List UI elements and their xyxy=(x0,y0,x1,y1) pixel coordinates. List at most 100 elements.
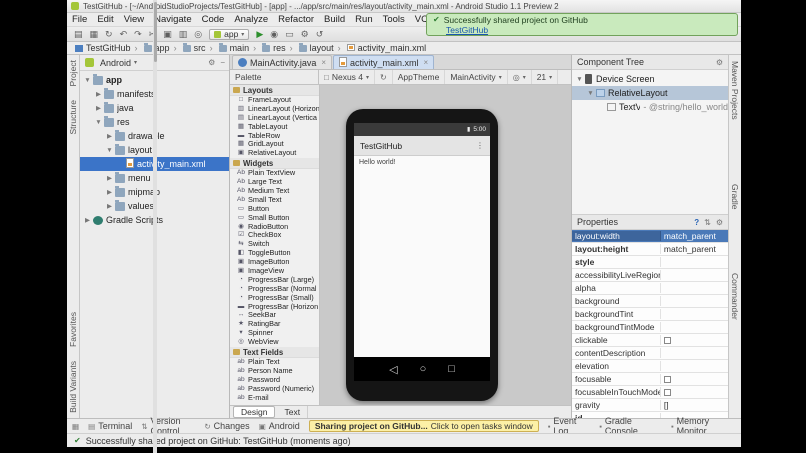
editor-tab[interactable]: MainActivity.java × xyxy=(232,55,333,69)
tree-expand-icon[interactable]: ▼ xyxy=(83,77,92,84)
palette-item[interactable]: Ab Small Text xyxy=(230,196,319,205)
collapse-all-icon[interactable]: − xyxy=(220,58,225,67)
property-value[interactable] xyxy=(661,388,728,396)
palette-item[interactable]: ◔ ProgressBar (Small) xyxy=(230,294,319,303)
phone-content[interactable]: Hello world! xyxy=(354,156,490,357)
palette-item[interactable]: ▥ LinearLayout (Horizon xyxy=(230,105,319,114)
checkbox[interactable] xyxy=(663,336,671,344)
undo-icon[interactable]: ↶ xyxy=(120,29,128,39)
tree-expand-icon[interactable]: ▼ xyxy=(575,76,584,83)
palette-item[interactable]: Ab Medium Text xyxy=(230,187,319,196)
palette-scrollbar[interactable] xyxy=(153,0,157,453)
tool-window-tab[interactable]: Favorites xyxy=(68,312,78,347)
locale-select[interactable]: ◎ ▾ xyxy=(508,70,532,84)
palette-item[interactable]: ☑ CheckBox xyxy=(230,231,319,240)
menu-item[interactable]: Run xyxy=(350,14,377,25)
property-row[interactable]: alpha xyxy=(572,282,728,295)
property-value[interactable]: match_parent xyxy=(661,244,728,254)
tree-expand-icon[interactable]: ▶ xyxy=(94,104,103,112)
palette-item[interactable]: ▣ ImageButton xyxy=(230,258,319,267)
help-icon[interactable]: ? xyxy=(694,218,699,227)
menu-item[interactable]: Tools xyxy=(378,14,410,25)
palette-item[interactable]: ◧ ToggleButton xyxy=(230,249,319,258)
palette-item[interactable]: ▭ Button xyxy=(230,205,319,214)
property-row[interactable]: backgroundTint xyxy=(572,308,728,321)
property-row[interactable]: backgroundTintMode xyxy=(572,321,728,334)
editor-tab[interactable]: activity_main.xml × xyxy=(333,55,435,69)
run-configuration-select[interactable]: app ▾ xyxy=(209,28,250,40)
breadcrumb-item[interactable]: layout xyxy=(288,42,336,53)
palette-item[interactable]: ▾ Spinner xyxy=(230,329,319,338)
property-row[interactable]: accessibilityLiveRegion xyxy=(572,269,728,282)
close-tab-icon[interactable]: × xyxy=(321,58,326,67)
breadcrumb-item[interactable]: src xyxy=(172,42,208,53)
debug-icon[interactable]: ◉ xyxy=(270,29,278,39)
notification-balloon[interactable]: ✔ Successfully shared project on GitHub … xyxy=(426,13,738,36)
tool-window-tab[interactable]: Maven Projects xyxy=(730,61,740,120)
find-icon[interactable]: ◎ xyxy=(194,29,202,39)
palette-item[interactable]: □ FrameLayout xyxy=(230,96,319,105)
property-value[interactable]: match_parent xyxy=(661,231,728,241)
component-tree-item[interactable]: TextView - @string/hello_world xyxy=(572,100,728,114)
open-icon[interactable]: ▤ xyxy=(74,29,83,39)
menu-item[interactable]: Code xyxy=(197,14,230,25)
palette-item[interactable]: ↔ SeekBar xyxy=(230,311,319,320)
gradle-sync-icon[interactable]: ↺ xyxy=(316,29,324,39)
property-row[interactable]: layout:width match_parent xyxy=(572,230,728,243)
settings-icon[interactable]: ⚙ xyxy=(208,58,215,67)
tree-expand-icon[interactable]: ▼ xyxy=(105,147,114,154)
tree-expand-icon[interactable]: ▶ xyxy=(83,216,92,224)
device-screen[interactable]: ▮ 5:00 TestGitHub ⋮ Hello world! ◁ ○ □ xyxy=(354,123,490,381)
sync-icon[interactable]: ↻ xyxy=(105,29,113,39)
tool-window-tab[interactable]: Structure xyxy=(68,100,78,135)
breadcrumb-item[interactable]: TestGitHub xyxy=(73,43,133,53)
palette-item[interactable]: Ab Large Text xyxy=(230,178,319,187)
palette-item[interactable]: ▦ GridLayout xyxy=(230,140,319,149)
checkbox[interactable] xyxy=(663,375,671,383)
property-value[interactable]: [] xyxy=(661,400,728,410)
activity-select[interactable]: MainActivity ▾ xyxy=(445,70,508,84)
menu-item[interactable]: View xyxy=(119,14,149,25)
theme-select[interactable]: AppTheme xyxy=(393,70,446,84)
api-level-select[interactable]: 21 ▾ xyxy=(532,70,559,84)
avd-manager-icon[interactable]: ▭ xyxy=(285,29,294,39)
menu-item[interactable]: Analyze xyxy=(229,14,273,25)
property-row[interactable]: clickable xyxy=(572,334,728,347)
tree-expand-icon[interactable]: ▶ xyxy=(105,202,114,210)
paste-icon[interactable]: ▥ xyxy=(179,29,188,39)
palette-section-header[interactable]: Widgets xyxy=(230,158,319,170)
tool-window-tab[interactable]: Project xyxy=(68,60,78,86)
property-row[interactable]: focusableInTouchMode xyxy=(572,386,728,399)
tool-window-switcher-icon[interactable]: ▦ xyxy=(72,422,79,431)
palette-item[interactable]: ◔ ProgressBar (Normal xyxy=(230,285,319,294)
property-row[interactable]: gravity [] xyxy=(572,399,728,412)
notification-link[interactable]: TestGitHub xyxy=(446,25,488,35)
checkbox[interactable] xyxy=(663,388,671,396)
menu-item[interactable]: Build xyxy=(319,14,350,25)
save-icon[interactable]: ▦ xyxy=(90,29,99,39)
palette-item[interactable]: ab E-mail xyxy=(230,394,319,403)
tool-window-tab[interactable]: Commander xyxy=(730,273,740,320)
component-tree-item[interactable]: ▼ Device Screen xyxy=(572,72,728,86)
tool-window-button[interactable]: ▣ Android xyxy=(259,421,300,431)
design-canvas[interactable]: ▮ 5:00 TestGitHub ⋮ Hello world! ◁ ○ □ xyxy=(320,85,571,405)
palette-item[interactable]: ab Plain Text xyxy=(230,358,319,367)
palette-item[interactable]: ⇆ Switch xyxy=(230,240,319,249)
menu-item[interactable]: Refactor xyxy=(273,14,319,25)
close-tab-icon[interactable]: × xyxy=(424,58,429,67)
redo-icon[interactable]: ↷ xyxy=(134,29,142,39)
palette-section-header[interactable]: Text Fields xyxy=(230,347,319,359)
sort-icon[interactable]: ⇅ xyxy=(704,218,711,227)
device-select[interactable]: □ Nexus 4 ▾ xyxy=(319,70,376,84)
tree-expand-icon[interactable]: ▼ xyxy=(586,90,595,97)
breadcrumb-item[interactable]: res xyxy=(251,42,288,53)
palette-item[interactable]: ab Password (Numeric) xyxy=(230,385,319,394)
menu-item[interactable]: Edit xyxy=(92,14,118,25)
sdk-manager-icon[interactable]: ⚙ xyxy=(301,29,309,39)
tool-window-tab[interactable]: Build Variants xyxy=(68,361,78,413)
palette-item[interactable]: ▬ ProgressBar (Horizon xyxy=(230,303,319,312)
tool-window-button[interactable]: ▤ Terminal xyxy=(88,421,132,431)
property-row[interactable]: style xyxy=(572,256,728,269)
property-value[interactable] xyxy=(661,336,728,344)
github-sharing-message[interactable]: Sharing project on GitHub... Click to op… xyxy=(308,420,539,432)
